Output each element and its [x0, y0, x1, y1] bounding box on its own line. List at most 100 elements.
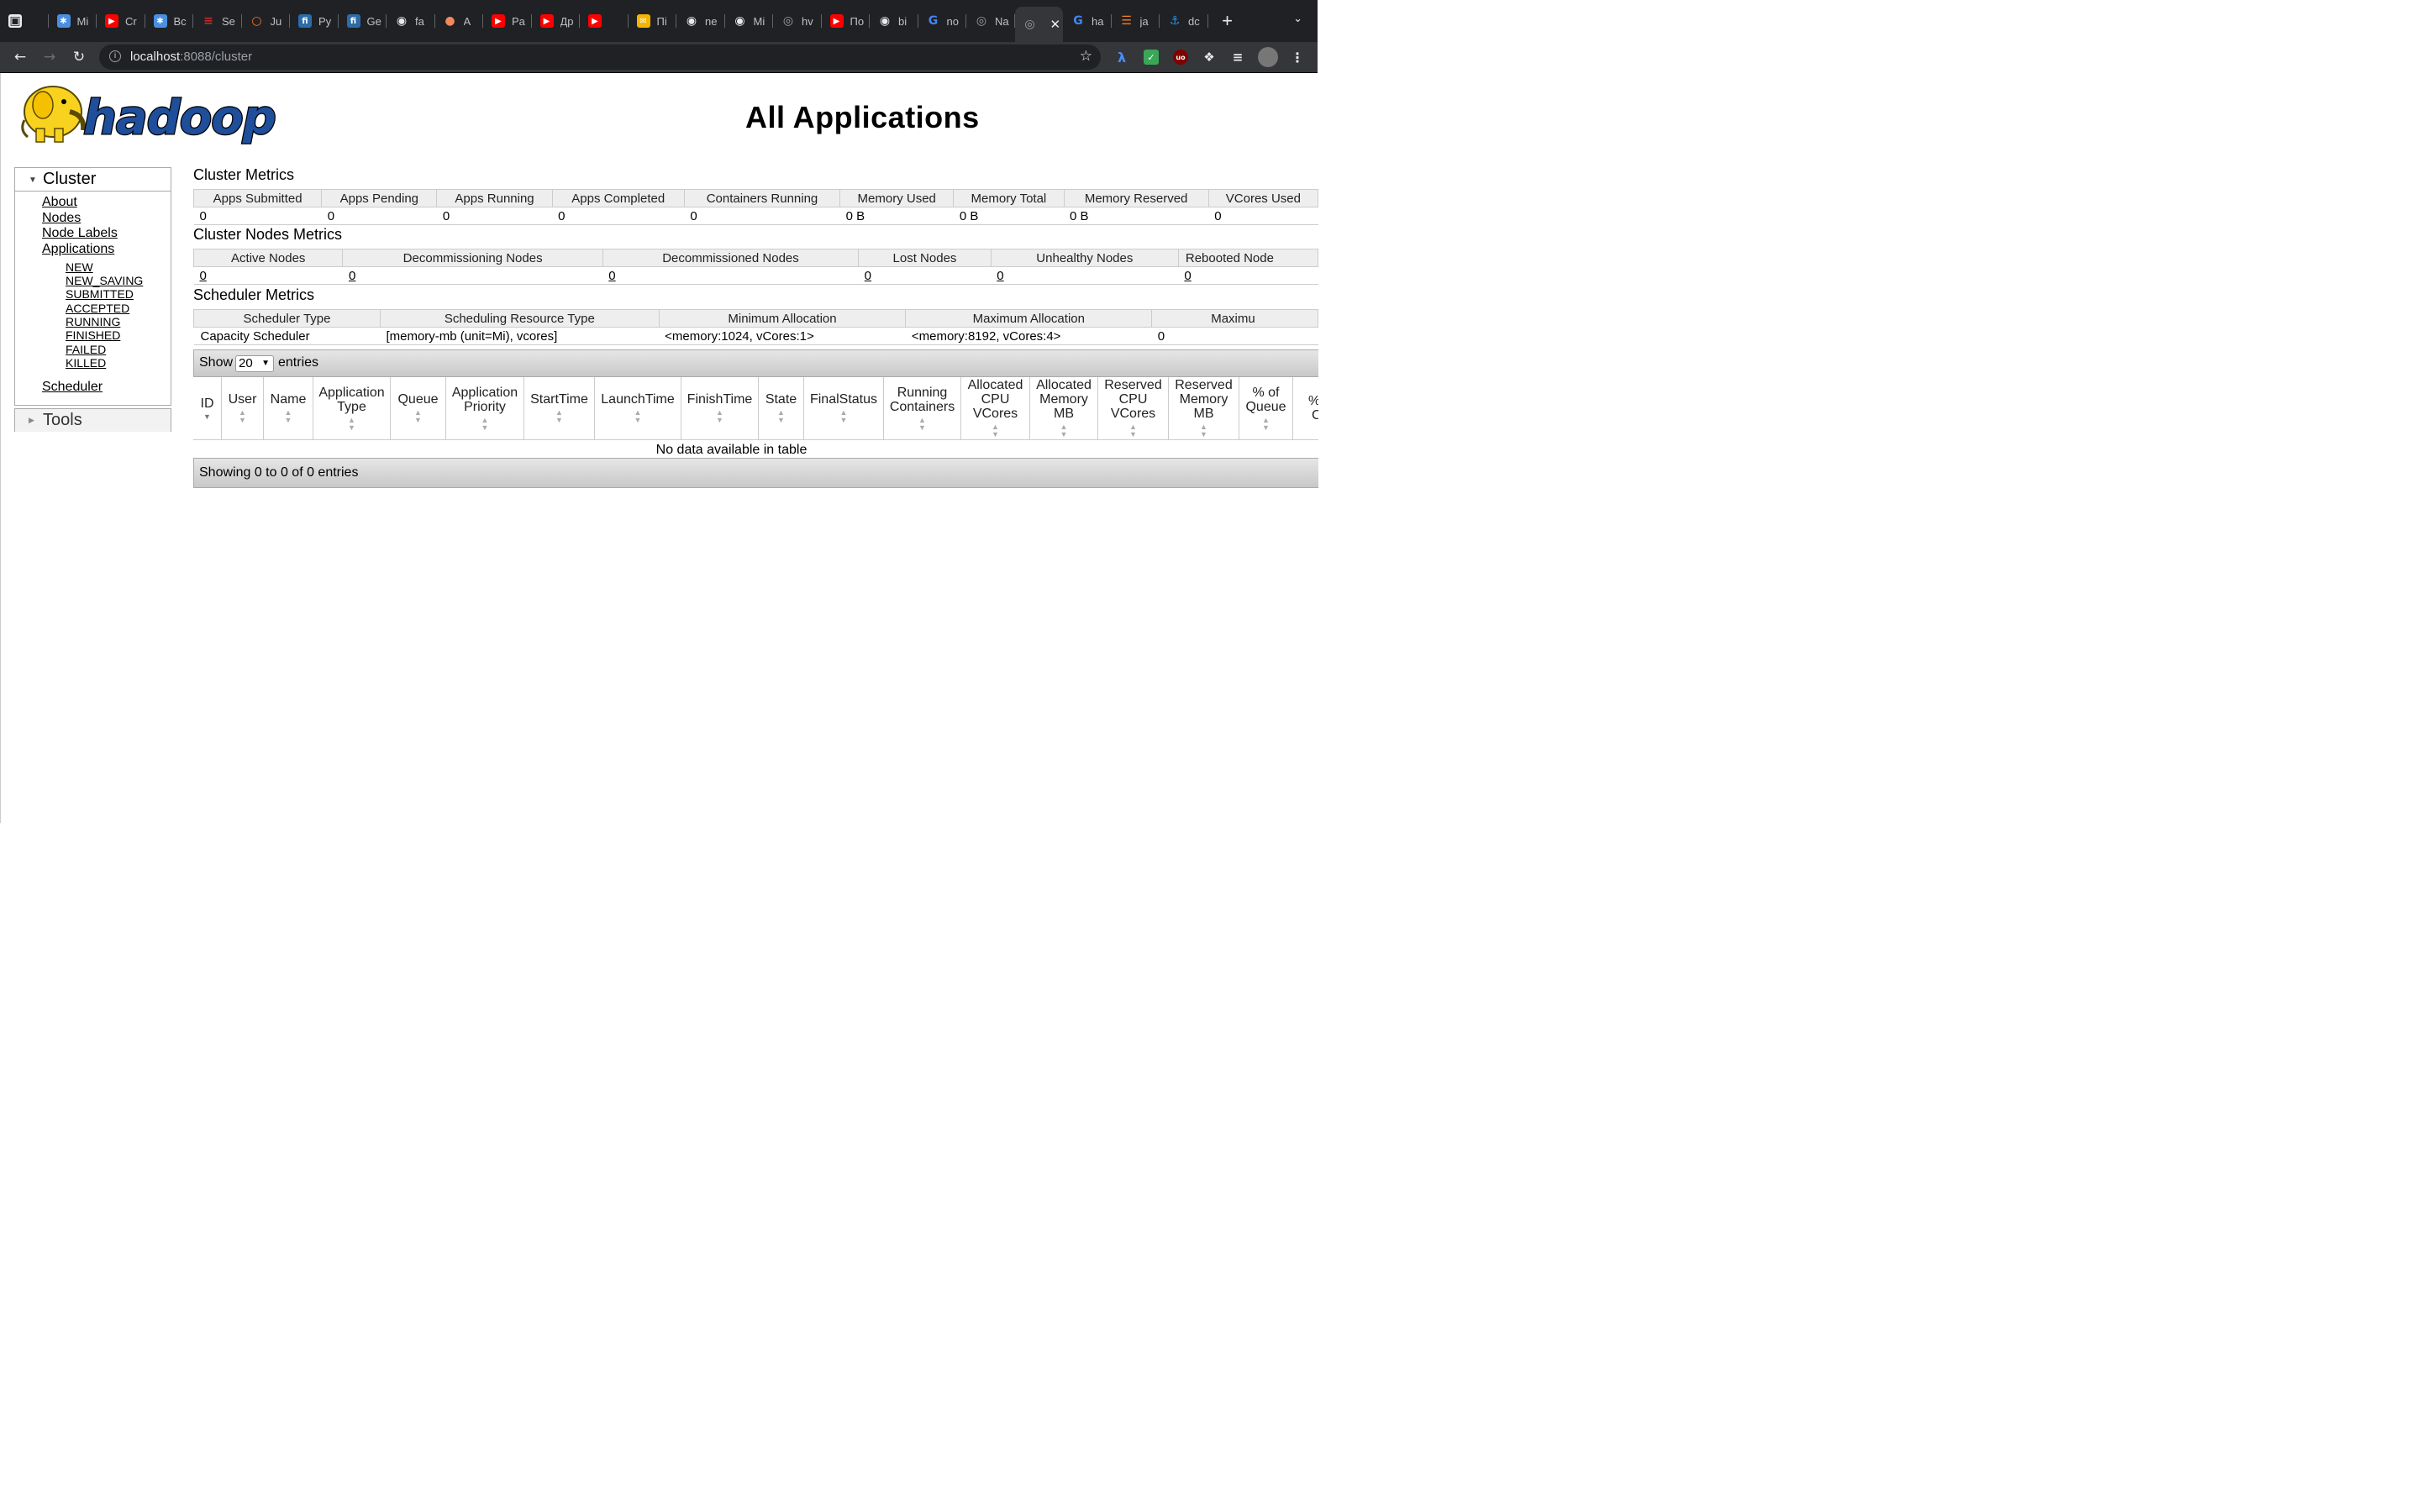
- google-icon: G: [1073, 14, 1083, 28]
- col-id[interactable]: ID ▼: [193, 377, 222, 439]
- browser-tab[interactable]: ☰ ja: [1112, 0, 1160, 42]
- link-decommissioned-nodes[interactable]: 0: [602, 266, 859, 285]
- val-memory-used: 0 B: [839, 207, 954, 225]
- ublock-icon[interactable]: uo: [1173, 50, 1188, 65]
- url-text[interactable]: localhost:8088/cluster: [130, 50, 252, 64]
- tab-search-icon[interactable]: ⌄: [1293, 12, 1302, 25]
- browser-tab[interactable]: ▣: [0, 0, 49, 42]
- mail-icon: ✉: [636, 14, 650, 28]
- sidebar-link-state-killed[interactable]: KILLED: [66, 356, 106, 370]
- sidebar-tools-panel[interactable]: ▶ Tools: [14, 408, 171, 432]
- col-vcores-used: VCores Used: [1207, 189, 1319, 207]
- col-queue[interactable]: Queue ▲ ▼: [391, 377, 446, 439]
- sidebar-link-applications[interactable]: Applications: [42, 242, 114, 257]
- col-reserved-memory-mb[interactable]: Reserved Memory MB ▲ ▼: [1169, 377, 1239, 439]
- col-percent-of-cluster[interactable]: % of Clu: [1293, 377, 1318, 439]
- col-finish-time[interactable]: FinishTime ▲ ▼: [681, 377, 759, 439]
- sort-desc-icon: ▼: [203, 412, 211, 421]
- link-unhealthy-nodes[interactable]: 0: [991, 266, 1179, 285]
- col-name[interactable]: Name ▲ ▼: [264, 377, 313, 439]
- browser-tab[interactable]: ◉ fa: [387, 0, 435, 42]
- bookmark-star-icon[interactable]: ☆: [1080, 48, 1092, 65]
- browser-tab[interactable]: ○ Ju: [242, 0, 290, 42]
- link-decommissioning-nodes[interactable]: 0: [342, 266, 603, 285]
- back-icon[interactable]: ←: [8, 45, 32, 69]
- col-start-time[interactable]: StartTime ▲ ▼: [524, 377, 595, 439]
- link-rebooted-nodes[interactable]: 0: [1178, 266, 1318, 285]
- youtube-icon: ▶: [492, 14, 505, 28]
- sidebar-link-scheduler[interactable]: Scheduler: [42, 380, 103, 395]
- browser-tab[interactable]: ⚓ dc: [1160, 0, 1208, 42]
- link-active-nodes[interactable]: 0: [193, 266, 343, 285]
- browser-tab[interactable]: ◎ hv: [773, 0, 822, 42]
- col-user[interactable]: User ▲ ▼: [222, 377, 264, 439]
- address-bar[interactable]: i localhost:8088/cluster ☆: [99, 45, 1101, 70]
- extension-fork-icon[interactable]: λ: [1114, 50, 1129, 66]
- browser-tab[interactable]: Gno: [918, 0, 966, 42]
- reload-icon[interactable]: ↻: [67, 45, 91, 69]
- browser-tab[interactable]: ▶ Pa: [483, 0, 532, 42]
- val-minimum-allocation: <memory:1024, vCores:1>: [659, 327, 906, 345]
- link-lost-nodes[interactable]: 0: [858, 266, 992, 285]
- sort-icon: ▲ ▼: [777, 408, 785, 424]
- stackoverflow-icon: ☰: [1121, 14, 1132, 28]
- browser-tab[interactable]: ▶: [580, 0, 629, 42]
- browser-tab[interactable]: fi Ge: [339, 0, 387, 42]
- col-reserved-cpu-vcores[interactable]: Reserved CPU VCores ▲ ▼: [1098, 377, 1169, 439]
- browser-tab[interactable]: ✱ Bc: [145, 0, 193, 42]
- browser-tab[interactable]: ◎ ✕: [1014, 7, 1063, 42]
- browser-tab[interactable]: Gha: [1063, 0, 1112, 42]
- col-launch-time[interactable]: LaunchTime ▲ ▼: [595, 377, 681, 439]
- col-allocated-cpu-vcores-label: Allocated CPU VCores: [967, 378, 1023, 421]
- col-running-containers[interactable]: Running Containers ▲ ▼: [884, 377, 961, 439]
- browser-tab[interactable]: fi Py: [290, 0, 339, 42]
- close-tab-icon[interactable]: ✕: [1050, 17, 1061, 32]
- chevron-down-icon: ▼: [261, 359, 270, 368]
- sidebar-link-state-finished[interactable]: FINISHED: [66, 328, 120, 342]
- browser-tab[interactable]: ◉ ne: [676, 0, 725, 42]
- page-length-select[interactable]: 20 ▼: [235, 355, 274, 372]
- col-final-status[interactable]: FinalStatus ▲ ▼: [804, 377, 884, 439]
- browser-tab[interactable]: ● A: [435, 0, 483, 42]
- site-info-icon[interactable]: i: [109, 50, 121, 62]
- sort-icon: ▲ ▼: [839, 408, 848, 424]
- cluster-metrics-table: Apps Submitted Apps Pending Apps Running…: [192, 189, 1319, 225]
- col-allocated-memory-mb[interactable]: Allocated Memory MB ▲ ▼: [1030, 377, 1098, 439]
- browser-tab[interactable]: ≡ Se: [193, 0, 242, 42]
- sidebar-link-state-submitted[interactable]: SUBMITTED: [66, 287, 134, 301]
- col-application-priority[interactable]: Application Priority ▲ ▼: [446, 377, 524, 439]
- sidebar-link-nodes[interactable]: Nodes: [42, 211, 81, 226]
- new-tab-button[interactable]: +: [1215, 10, 1240, 32]
- col-queue-label: Queue: [397, 392, 439, 407]
- sidebar-tools-header[interactable]: ▶ Tools: [15, 409, 171, 432]
- sidebar-link-state-failed[interactable]: FAILED: [66, 343, 106, 356]
- sidebar-link-about[interactable]: About: [42, 195, 77, 210]
- browser-tab-title: Se: [222, 14, 235, 28]
- browser-tab[interactable]: ✉ Пі: [629, 0, 676, 42]
- col-allocated-cpu-vcores[interactable]: Allocated CPU VCores ▲ ▼: [961, 377, 1030, 439]
- col-application-type[interactable]: Application Type ▲ ▼: [313, 377, 391, 439]
- browser-menu-icon[interactable]: ⋮: [1290, 50, 1305, 66]
- extensions-puzzle-icon[interactable]: ❖: [1202, 50, 1217, 65]
- browser-tab[interactable]: ▶ Cr: [97, 0, 145, 42]
- browser-tab[interactable]: ◉ bi: [870, 0, 918, 42]
- sidebar-link-state-accepted[interactable]: ACCEPTED: [66, 302, 129, 315]
- sort-icon: ▲ ▼: [992, 423, 999, 438]
- sidebar-link-state-new[interactable]: NEW: [66, 260, 93, 274]
- browser-tab[interactable]: ▶ По: [822, 0, 870, 42]
- col-final-status-label: FinalStatus: [809, 392, 878, 407]
- browser-tab[interactable]: ▶ Др: [532, 0, 580, 42]
- sidebar-link-state-new-saving[interactable]: NEW_SAVING: [66, 274, 143, 287]
- profile-avatar[interactable]: [1258, 47, 1278, 67]
- browser-tab[interactable]: ◎ Na: [966, 0, 1015, 42]
- browser-tab[interactable]: ◉ Mi: [725, 0, 773, 42]
- col-state[interactable]: State ▲ ▼: [759, 377, 804, 439]
- extension-check-icon[interactable]: ✓: [1144, 50, 1159, 65]
- sidebar-link-state-running[interactable]: RUNNING: [66, 315, 120, 328]
- media-queue-icon[interactable]: ≡: [1230, 50, 1245, 65]
- browser-tab[interactable]: ✱ Mi: [49, 0, 97, 42]
- sidebar-cluster-header[interactable]: ▼ Cluster: [15, 168, 171, 192]
- col-percent-of-queue[interactable]: % of Queue ▲ ▼: [1239, 377, 1293, 439]
- forward-icon[interactable]: →: [38, 45, 61, 69]
- sidebar-link-node-labels[interactable]: Node Labels: [42, 226, 118, 241]
